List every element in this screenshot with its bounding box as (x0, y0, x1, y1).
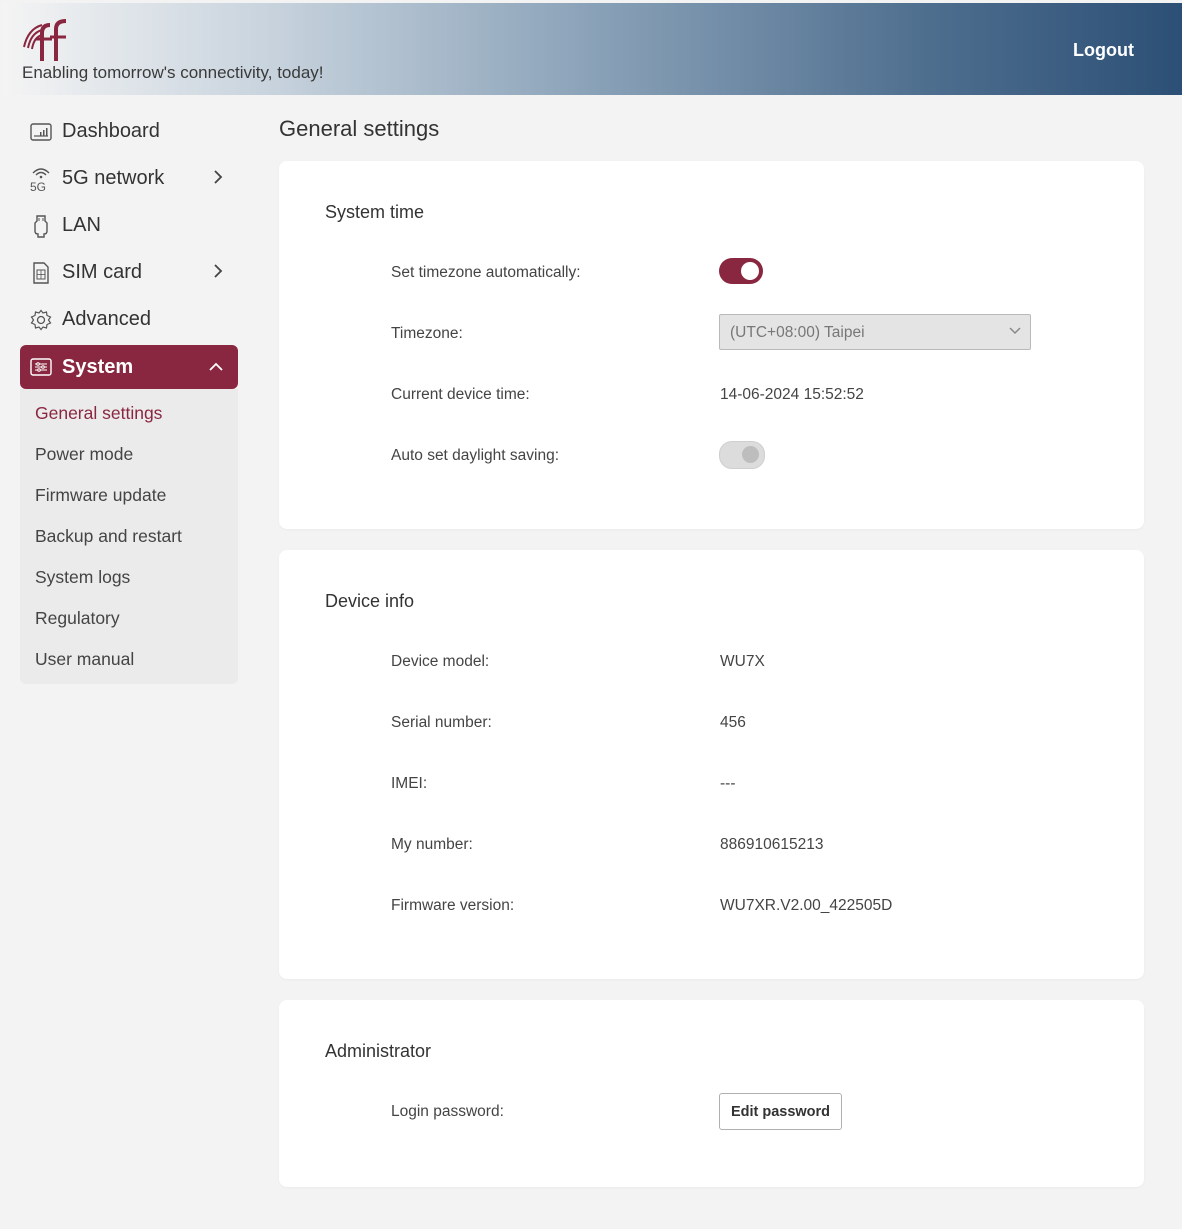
ethernet-icon (28, 214, 54, 238)
sidebar-item-label: LAN (62, 214, 101, 236)
device-model-label: Device model: (391, 653, 490, 670)
timezone-select[interactable]: (UTC+08:00) Taipei (719, 314, 1031, 350)
device-info-card: Device info Device model: WU7X Serial nu… (279, 550, 1144, 979)
set-timezone-toggle[interactable] (719, 258, 763, 284)
edit-password-button[interactable]: Edit password (719, 1093, 842, 1130)
submenu-general-settings[interactable]: General settings (20, 393, 238, 434)
sidebar-item-label: 5G network (62, 167, 165, 189)
firmware-version-value: WU7XR.V2.00_422505D (720, 897, 893, 914)
sidebar-item-label: Advanced (62, 308, 151, 330)
chevron-right-icon (214, 170, 223, 184)
sidebar-item-label: System (62, 355, 134, 378)
chevron-down-icon (1009, 327, 1021, 335)
submenu-backup-restart[interactable]: Backup and restart (20, 516, 238, 557)
my-number-value: 886910615213 (720, 836, 824, 853)
sidebar-item-system[interactable]: System (20, 345, 238, 389)
serial-number-value: 456 (720, 714, 746, 731)
timezone-label: Timezone: (391, 325, 463, 342)
system-time-card: System time Set timezone automatically: … (279, 161, 1144, 529)
logout-link[interactable]: Logout (1073, 40, 1134, 61)
rf-logo-icon (23, 19, 67, 61)
chevron-up-icon (209, 362, 223, 371)
sidebar-item-sim-card[interactable]: SIM card (20, 249, 238, 296)
system-icon (28, 355, 54, 379)
sim-card-icon (28, 261, 54, 285)
timezone-select-value: (UTC+08:00) Taipei (730, 324, 865, 341)
imei-value: --- (720, 775, 736, 792)
sidebar-item-advanced[interactable]: Advanced (20, 296, 238, 343)
top-header: Enabling tomorrow's connectivity, today!… (2, 3, 1182, 95)
dashboard-icon (28, 120, 54, 144)
section-title: Device info (325, 591, 415, 611)
imei-label: IMEI: (391, 775, 428, 792)
device-time-label: Current device time: (391, 386, 530, 403)
section-title: System time (325, 202, 425, 222)
submenu-regulatory[interactable]: Regulatory (20, 598, 238, 639)
sidebar-item-label: Dashboard (62, 120, 160, 142)
tagline: Enabling tomorrow's connectivity, today! (22, 63, 324, 82)
chevron-right-icon (214, 264, 223, 278)
administrator-card: Administrator Login password: Edit passw… (279, 1000, 1144, 1187)
submenu-user-manual[interactable]: User manual (20, 639, 238, 680)
gear-icon (28, 308, 54, 332)
page-title: General settings (279, 116, 440, 141)
sidebar-item-5g-network[interactable]: 5G 5G network (20, 155, 238, 202)
5g-icon: 5G (28, 167, 54, 192)
sidebar-item-lan[interactable]: LAN (20, 202, 238, 249)
submenu-firmware-update[interactable]: Firmware update (20, 475, 238, 516)
daylight-saving-toggle[interactable] (719, 441, 765, 469)
device-model-value: WU7X (720, 653, 765, 670)
svg-text:5G: 5G (30, 180, 46, 192)
submenu-power-mode[interactable]: Power mode (20, 434, 238, 475)
sidebar-item-dashboard[interactable]: Dashboard (20, 108, 238, 155)
submenu-system-logs[interactable]: System logs (20, 557, 238, 598)
my-number-label: My number: (391, 836, 473, 853)
serial-number-label: Serial number: (391, 714, 492, 731)
device-time-value: 14-06-2024 15:52:52 (720, 386, 864, 403)
sidebar-item-label: SIM card (62, 261, 143, 283)
login-password-label: Login password: (391, 1103, 504, 1120)
daylight-saving-label: Auto set daylight saving: (391, 447, 560, 464)
system-submenu: General settings Power mode Firmware upd… (20, 389, 238, 684)
sidebar-nav: Dashboard 5G 5G network LAN SIM card Adv… (20, 108, 238, 684)
section-title: Administrator (325, 1041, 432, 1061)
set-timezone-label: Set timezone automatically: (391, 264, 581, 281)
firmware-version-label: Firmware version: (391, 897, 515, 914)
